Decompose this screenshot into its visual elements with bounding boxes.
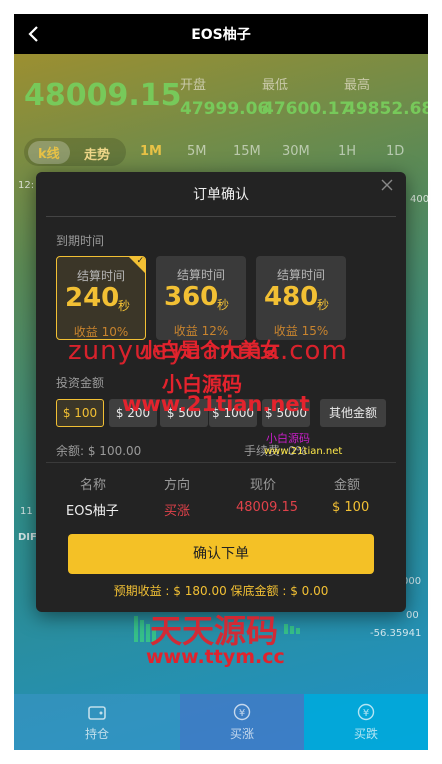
macd-value-2: 00 [406, 610, 419, 621]
expiry-option-profit: 收益 15% [273, 324, 329, 338]
check-icon: ✓ [136, 256, 144, 266]
expiry-option-profit: 收益 12% [173, 324, 229, 338]
amount-label: 投资金额 [56, 376, 105, 390]
expiry-option-unit: 秒 [118, 299, 131, 313]
amount-option-1000[interactable]: $ 1000 [209, 399, 257, 427]
chart-tabs: k线 走势 1M 5M 15M 30M 1H 1D [14, 138, 428, 170]
page-title: EOS柚子 [191, 27, 251, 43]
macd-value-3: -56.35941 [370, 628, 422, 639]
bottom-nav-buy-down[interactable]: ¥ 买跌 [304, 694, 428, 750]
open-stat: 开盘 47999.06 [180, 74, 269, 119]
svg-text:¥: ¥ [363, 708, 369, 719]
svg-text:¥: ¥ [239, 708, 245, 719]
tab-1h[interactable]: 1H [338, 144, 356, 159]
high-value: 49852.68 [344, 99, 428, 119]
expiry-option-value: 240 [65, 283, 120, 313]
table-cell-name: EOS柚子 [66, 504, 119, 519]
expiry-option-240[interactable]: 结算时间 240 秒 收益 10% ✓ [56, 256, 146, 340]
dialog-divider [46, 216, 396, 217]
bottom-nav-buy-up-label: 买涨 [229, 726, 254, 741]
table-header-price: 现价 [250, 478, 277, 493]
high-stat: 最高 49852.68 [344, 74, 428, 119]
expiry-option-value: 360 [164, 282, 219, 312]
bottom-nav-positions[interactable]: 持仓 [14, 694, 180, 750]
quote-panel: 48009.15 开盘 47999.06 最低 47600.17 最高 4985… [14, 54, 428, 138]
order-confirm-dialog: 订单确认 到期时间 结算时间 240 秒 收益 10% ✓ 结算时间 360 秒… [36, 172, 406, 612]
table-header-direction: 方向 [164, 478, 191, 493]
low-value: 47600.17 [262, 99, 352, 119]
current-price: 48009.15 [24, 78, 182, 113]
expiry-option-label: 结算时间 [276, 268, 325, 282]
expiry-option-label: 结算时间 [176, 268, 225, 282]
tab-trend[interactable]: 走势 [84, 144, 110, 163]
amount-option-500[interactable]: $ 500 [160, 399, 208, 427]
back-arrow-icon[interactable] [24, 24, 44, 44]
table-header-amount: 金额 [334, 478, 361, 493]
amount-option-100[interactable]: $ 100 [56, 399, 104, 427]
table-cell-amount: $ 100 [332, 500, 370, 515]
high-label: 最高 [344, 78, 371, 93]
chart-time-label: 12: [18, 180, 35, 191]
order-summary-table [46, 462, 396, 463]
bottom-nav-buy-down-label: 买跌 [353, 726, 378, 741]
expiry-option-480[interactable]: 结算时间 480 秒 收益 15% [256, 256, 346, 340]
wallet-icon [88, 705, 106, 720]
balance-text: 余额: $ 100.00 [56, 444, 142, 458]
low-stat: 最低 47600.17 [262, 74, 351, 119]
bottom-nav-buy-up[interactable]: ¥ 买涨 [180, 694, 304, 750]
open-label: 开盘 [180, 78, 207, 93]
expiry-option-value: 480 [264, 282, 319, 312]
chart-price-label: 400 [410, 194, 428, 205]
confirm-order-button[interactable]: 确认下单 [68, 534, 374, 574]
fee-text: 手续费: 0% [244, 444, 307, 458]
dialog-title: 订单确认 [193, 187, 249, 203]
expiry-label: 到期时间 [56, 234, 105, 248]
amount-option-5000[interactable]: $ 5000 [262, 399, 310, 427]
amount-option-200[interactable]: $ 200 [109, 399, 157, 427]
close-icon[interactable] [380, 178, 394, 192]
macd-dif-label: DIF [18, 532, 37, 543]
other-amount-button[interactable]: 其他金额 [320, 399, 386, 427]
table-header-name: 名称 [80, 478, 107, 493]
expiry-option-360[interactable]: 结算时间 360 秒 收益 12% [156, 256, 246, 340]
tab-1m[interactable]: 1M [140, 144, 162, 159]
tab-30m[interactable]: 30M [282, 144, 310, 159]
bottom-nav: 持仓 ¥ 买涨 ¥ 买跌 [14, 694, 428, 750]
yen-coin-icon: ¥ [233, 703, 251, 720]
low-label: 最低 [262, 78, 289, 93]
expiry-option-profit: 收益 10% [73, 325, 129, 339]
yen-coin-icon: ¥ [357, 703, 375, 720]
expiry-option-unit: 秒 [217, 298, 230, 312]
tab-kline[interactable]: k线 [28, 141, 70, 164]
chart-volume-label: 11 [20, 506, 33, 517]
tab-1d[interactable]: 1D [386, 144, 404, 159]
macd-histogram [134, 616, 300, 642]
table-cell-direction: 买涨 [164, 504, 191, 519]
open-value: 47999.06 [180, 99, 270, 119]
table-cell-price: 48009.15 [236, 500, 299, 515]
tab-15m[interactable]: 15M [233, 144, 261, 159]
top-bar: EOS柚子 [14, 14, 428, 54]
expiry-option-unit: 秒 [317, 298, 330, 312]
bottom-nav-positions-label: 持仓 [84, 726, 109, 741]
tab-5m[interactable]: 5M [187, 144, 207, 159]
order-summary-text: 预期收益 : $ 180.00 保底金额 : $ 0.00 [113, 584, 329, 598]
